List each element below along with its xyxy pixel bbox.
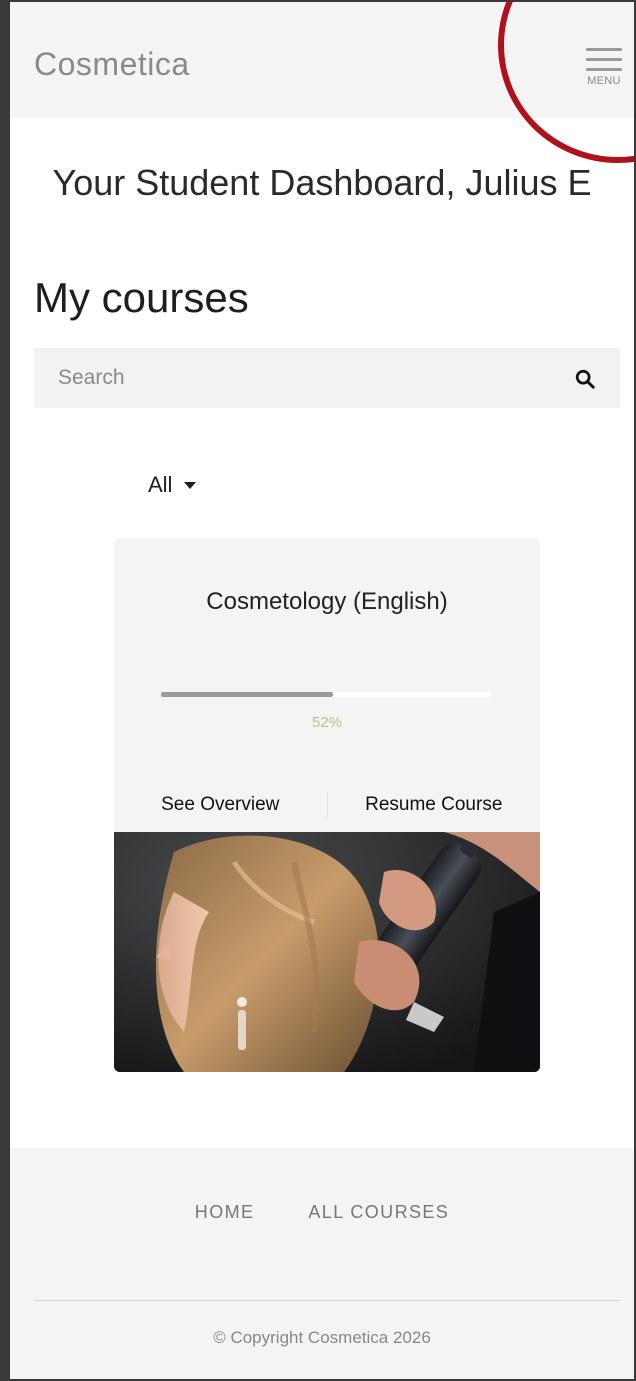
dashboard-title: Your Student Dashboard, Julius E: [52, 162, 592, 203]
course-progress-label: 52%: [311, 714, 343, 731]
search-icon[interactable]: [574, 368, 596, 390]
course-progress-bar: [161, 692, 491, 697]
brand-logo[interactable]: Cosmetica: [34, 46, 190, 83]
footer-link-home[interactable]: HOME: [195, 1202, 255, 1223]
footer-divider: [34, 1300, 620, 1301]
hamburger-menu-icon: [578, 48, 630, 71]
section-title: My courses: [34, 274, 249, 321]
resume-course-button[interactable]: Resume Course: [328, 778, 541, 832]
search-bar: [34, 348, 620, 408]
course-image[interactable]: [114, 832, 540, 1072]
see-overview-button[interactable]: See Overview: [114, 778, 327, 832]
course-card: Cosmetology (English) 52% See Overview R…: [114, 538, 540, 1072]
search-input[interactable]: [34, 348, 564, 408]
course-filter-dropdown[interactable]: All: [148, 472, 197, 498]
caret-down-icon: [184, 481, 197, 489]
hair-styling-photo: [114, 832, 540, 1072]
app-frame: Cosmetica MENU Your Student Dashboard, J…: [0, 0, 636, 1381]
menu-button[interactable]: MENU: [578, 48, 630, 104]
course-progress-fill: [161, 692, 333, 697]
course-actions: See Overview Resume Course: [114, 778, 540, 832]
copyright-text: © Copyright Cosmetica 2026: [213, 1328, 431, 1347]
footer-nav: HOME ALL COURSES: [10, 1202, 634, 1223]
menu-label: MENU: [587, 75, 621, 87]
footer-link-all-courses[interactable]: ALL COURSES: [308, 1202, 449, 1223]
course-title[interactable]: Cosmetology (English): [114, 588, 540, 616]
site-footer: HOME ALL COURSES © Copyright Cosmetica 2…: [10, 1148, 634, 1379]
site-header: Cosmetica MENU: [10, 2, 634, 118]
filter-selected-value: All: [148, 472, 173, 497]
